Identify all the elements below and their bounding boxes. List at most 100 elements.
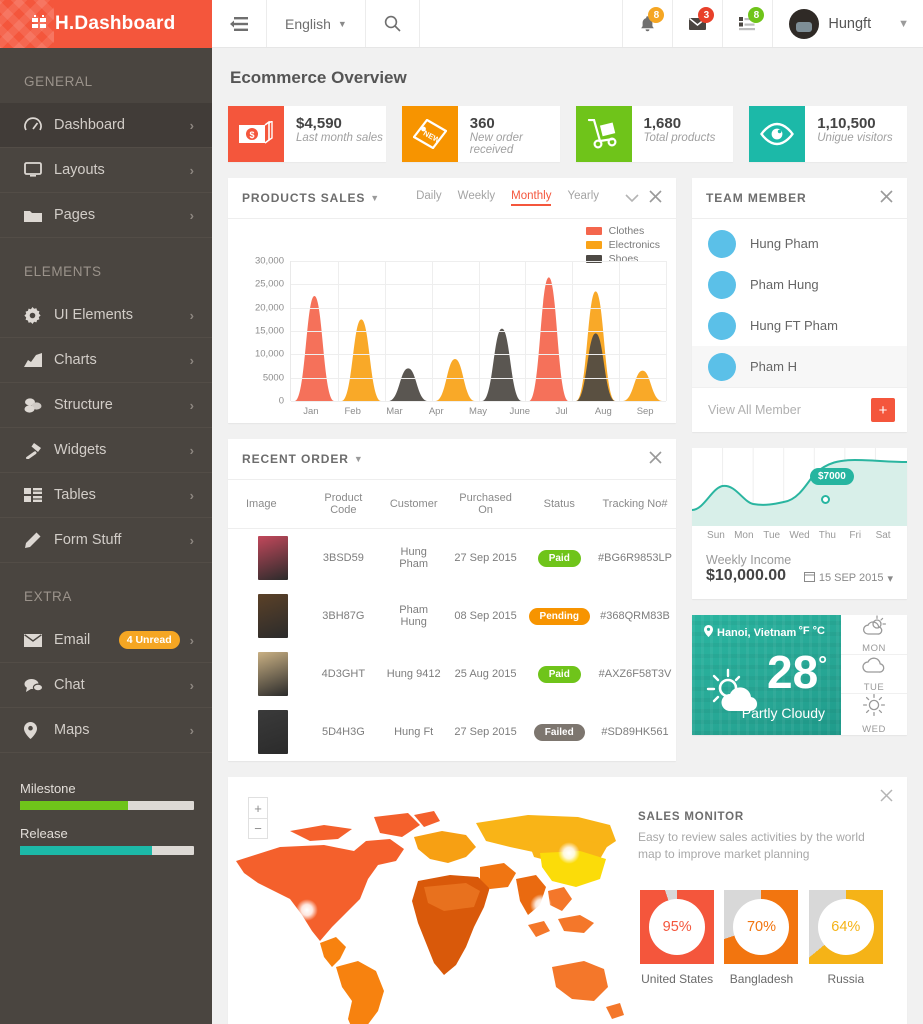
notification-badge: 3 (698, 7, 715, 23)
sidebar-item-charts[interactable]: Charts › (0, 338, 212, 383)
tracking-cell: #BG6R9853LP (597, 552, 672, 564)
chart-tab-yearly[interactable]: Yearly (567, 190, 599, 206)
sidebar-item-email[interactable]: Email 4 Unread › (0, 618, 212, 663)
add-member-button[interactable]: + (871, 398, 895, 422)
table-icon (24, 488, 54, 502)
weekly-income-date: 15 SEP 2015 (818, 572, 884, 584)
chart-tab-weekly[interactable]: Weekly (458, 190, 496, 206)
sales-donut: 70% Bangladesh (722, 889, 800, 986)
table-row[interactable]: 3BH87G Pham Hung 08 Sep 2015 Pending #368QRM… (228, 587, 676, 645)
progress-track (20, 801, 194, 810)
gridline-vertical (431, 261, 433, 401)
map-zoom-in-button[interactable]: + (249, 798, 267, 818)
kpi-card[interactable]: NEW 360 New order received (401, 106, 560, 162)
sidebar-item-tables[interactable]: Tables › (0, 473, 212, 518)
kpi-card[interactable]: 1,680 Total products (575, 106, 734, 162)
chevron-right-icon: › (189, 487, 194, 503)
close-icon[interactable] (880, 189, 893, 207)
chevron-right-icon: › (189, 632, 194, 648)
donut-label: Russia (827, 971, 865, 986)
team-member-item[interactable]: Hung FT Pham (692, 305, 907, 346)
product-thumbnail (258, 594, 288, 638)
product-code-cell: 3BH87G (322, 610, 365, 622)
tasks-button[interactable]: 8 (722, 0, 772, 47)
avatar (708, 229, 736, 258)
sidebar-item-label: Form Stuff (54, 532, 122, 548)
team-member-item[interactable]: Hung Pham (692, 223, 907, 264)
team-member-item[interactable]: Pham H (692, 346, 907, 387)
x-axis-tick: Mar (386, 406, 403, 417)
progress-fill (20, 846, 153, 855)
table-row[interactable]: 5D4H3G Hung Ft 27 Sep 2015 Failed #SD89HK561 (228, 703, 676, 761)
map-hotspot-us (296, 899, 318, 921)
y-axis-tick: 0 (278, 395, 284, 407)
donut-ring: 64% (808, 889, 883, 964)
table-row[interactable]: 4D3GHT Hung 9412 25 Aug 2015 Paid #AXZ6F58T3… (228, 645, 676, 703)
kpi-value: 1,680 (643, 115, 682, 132)
user-menu[interactable]: Hungft ▼ (772, 0, 923, 47)
brand-logo[interactable]: H.Dashboard (0, 0, 212, 48)
sidebar-item-chat[interactable]: Chat › (0, 663, 212, 708)
sidebar-item-label: Layouts (54, 162, 105, 178)
weekly-income-chart: $7000 (692, 448, 907, 526)
messages-button[interactable]: 3 (672, 0, 722, 47)
weather-units[interactable]: °F °C (798, 625, 825, 637)
unit-fahrenheit[interactable]: °F (798, 625, 809, 637)
sales-donut: 95% United States (638, 889, 716, 986)
content-scroll[interactable]: Ecommerce Overview $ $4,590 Last month sal… (212, 48, 923, 1024)
sidebar-section-title: EXTRA (24, 589, 73, 604)
chevron-right-icon: › (189, 532, 194, 548)
sidebar-item-layouts[interactable]: Layouts › (0, 148, 212, 193)
sidebar-toggle-icon[interactable] (212, 0, 267, 47)
sidebar-item-label: Widgets (54, 442, 107, 458)
chart-tab-monthly[interactable]: Monthly (511, 190, 552, 206)
chevron-down-icon[interactable] (625, 190, 639, 207)
status-badge: Failed (533, 723, 585, 741)
sales-monitor-title: SALES MONITOR (638, 811, 745, 823)
legend-swatch (585, 241, 602, 249)
purchased-on-cell: 08 Sep 2015 (454, 610, 517, 622)
chat-bubbles-icon (24, 678, 54, 693)
team-member-list: Hung Pham Pham Hung Hung FT Pham Pham H (692, 219, 907, 387)
kpi-card[interactable]: 1,10,500 Unigue visitors (749, 106, 907, 162)
close-icon[interactable] (880, 789, 893, 806)
chevron-down-icon[interactable]: ▼ (370, 193, 379, 203)
table-row[interactable]: 3BSD59 Hung Pham 27 Sep 2015 Paid #BG6R9853L… (228, 529, 676, 588)
legend-label: Electronics (608, 239, 660, 251)
weekly-income-date-picker[interactable]: 15 SEP 2015 ▾ (803, 571, 893, 585)
sidebar-item-maps[interactable]: Maps › (0, 708, 212, 753)
x-axis-tick: Apr (428, 406, 444, 417)
close-icon[interactable] (649, 189, 662, 207)
sidebar-item-pages[interactable]: Pages › (0, 193, 212, 238)
progress-track (20, 846, 194, 855)
weather-panel: Hanoi, Vietnam °F °C 28° Partly Cloudy M… (692, 615, 907, 735)
language-label: English (285, 15, 331, 32)
search-icon[interactable] (366, 0, 420, 47)
language-selector[interactable]: English ▼ (267, 0, 366, 47)
chart-tab-daily[interactable]: Daily (416, 190, 442, 206)
map-zoom-out-button[interactable]: − (249, 818, 267, 838)
sidebar-item-widgets[interactable]: Widgets › (0, 428, 212, 473)
chevron-down-icon[interactable]: ▼ (354, 454, 363, 464)
notifications-bell-button[interactable]: 8 (622, 0, 672, 47)
team-member-item[interactable]: Pham Hung (692, 264, 907, 305)
view-all-member-link[interactable]: View All Member (708, 403, 871, 417)
weather-forecast-item: MON (841, 615, 907, 655)
gear-icon (24, 306, 54, 324)
unit-celsius[interactable]: °C (813, 625, 825, 637)
sidebar-item-form-stuff[interactable]: Form Stuff › (0, 518, 212, 563)
table-column-header: Customer (380, 480, 447, 529)
sales-donut-charts: 95% United States 70% Bangladesh 64% Russia (638, 889, 885, 986)
sidebar-item-dashboard[interactable]: Dashboard › (0, 103, 212, 148)
weekly-income-panel: $7000 Sun Mon Tue Wed Thu Fri Sat Weekly Incom… (692, 448, 907, 599)
sidebar-item-ui-elements[interactable]: UI Elements › (0, 293, 212, 338)
kpi-card[interactable]: $ $4,590 Last month sales (228, 106, 386, 162)
sidebar-item-structure[interactable]: Structure › (0, 383, 212, 428)
product-thumbnail (258, 710, 288, 754)
close-icon[interactable] (649, 450, 662, 468)
calendar-icon (803, 571, 815, 585)
world-map[interactable]: + − (228, 777, 628, 1024)
gridline-vertical (478, 261, 480, 401)
money-icon: $ (228, 106, 284, 162)
gridline-vertical (337, 261, 339, 401)
